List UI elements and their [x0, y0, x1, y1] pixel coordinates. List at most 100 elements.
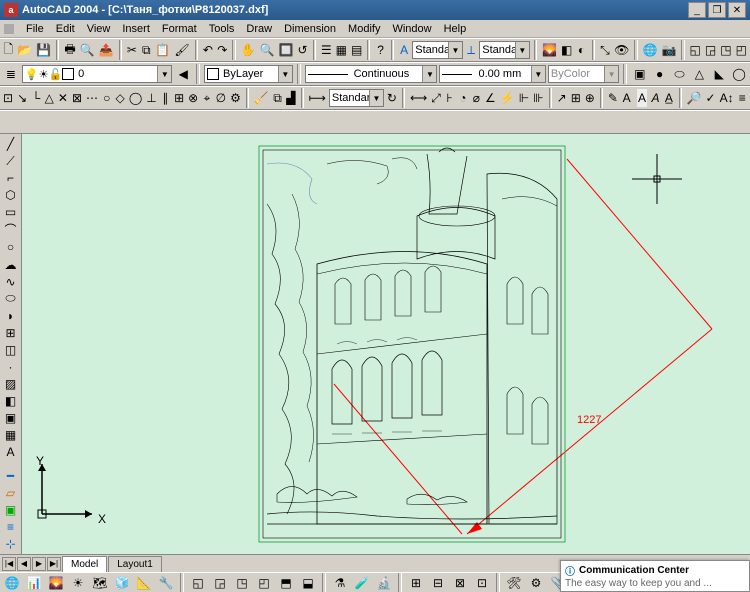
box-solid-button[interactable]: ▣ [631, 64, 649, 84]
text-edit-button[interactable]: A̲ [663, 88, 674, 108]
open-button[interactable]: 📂 [16, 40, 33, 60]
menu-window[interactable]: Window [386, 23, 437, 35]
copy-obj-button[interactable]: ⧉ [272, 88, 283, 108]
dim-icon[interactable]: ⟼ [308, 88, 327, 108]
mtext-side-button[interactable]: A [2, 444, 20, 460]
et-btn-5[interactable]: 🗺 [90, 573, 110, 592]
menu-view[interactable]: View [81, 23, 117, 35]
design-center-button[interactable]: ▦ [335, 40, 348, 60]
cylinder-solid-button[interactable]: ⬭ [671, 64, 689, 84]
render-button[interactable]: 🌄 [541, 40, 558, 60]
et-btn-14[interactable]: ⬓ [298, 573, 318, 592]
match-button[interactable]: 🖌 [173, 40, 190, 60]
menu-format[interactable]: Format [156, 23, 203, 35]
menu-insert[interactable]: Insert [116, 23, 156, 35]
tab-first-button[interactable]: |◀ [2, 557, 16, 571]
ellipse-button[interactable]: ⬭ [2, 291, 20, 307]
et-btn-18[interactable]: ⊞ [406, 573, 426, 592]
dim-continue-button[interactable]: ⊪ [532, 88, 544, 108]
dim-angular-button[interactable]: ∠ [484, 88, 497, 108]
et-btn-13[interactable]: ⬒ [276, 573, 296, 592]
et-btn-23[interactable]: ⚙ [526, 573, 546, 592]
maximize-button[interactable]: ❐ [708, 2, 726, 18]
osnap-settings-button[interactable]: ⚙ [229, 88, 242, 108]
arc-button[interactable]: ⌒ [2, 221, 20, 238]
tab-model[interactable]: Model [62, 556, 107, 572]
layer-combo[interactable]: 💡 ☀ 🔓 0 ▼ [22, 65, 173, 83]
mirror-obj-button[interactable]: ▟ [285, 88, 296, 108]
publish-button[interactable]: 📤 [98, 40, 115, 60]
new-button[interactable]: 🗋 [2, 40, 14, 60]
cone-solid-button[interactable]: △ [690, 64, 708, 84]
dimstyle-update-button[interactable]: ↻ [386, 88, 398, 108]
dim-edit-button[interactable]: ✎ [607, 88, 619, 108]
redo-button[interactable]: ↷ [216, 40, 228, 60]
lineweight-combo[interactable]: 0.00 mm▼ [439, 65, 545, 83]
tab-last-button[interactable]: ▶| [47, 557, 61, 571]
textstyle-icon[interactable]: A [398, 40, 410, 60]
et-btn-12[interactable]: ◰ [254, 573, 274, 592]
circle-button[interactable]: ○ [2, 239, 20, 255]
point-button[interactable]: · [2, 359, 20, 375]
tab-layout1[interactable]: Layout1 [108, 556, 162, 572]
menu-tools[interactable]: Tools [203, 23, 241, 35]
revcloud-button[interactable]: ☁ [2, 256, 20, 272]
osnap-mid-button[interactable]: △ [44, 88, 55, 108]
et-btn-16[interactable]: 🧪 [352, 573, 372, 592]
distance-button[interactable]: ━ [2, 468, 20, 484]
isoview4-button[interactable]: ◰ [735, 40, 748, 60]
isoview1-button[interactable]: ◱ [689, 40, 702, 60]
osnap-per-button[interactable]: ⊥ [145, 88, 157, 108]
3dorbit-button[interactable]: 🌐 [642, 40, 659, 60]
textstyle-combo-2[interactable]: Standard▼ [479, 41, 530, 59]
torus-solid-button[interactable]: ◯ [730, 64, 748, 84]
doc-control-icon[interactable] [4, 24, 14, 34]
xline-button[interactable]: ⟋ [2, 153, 20, 169]
et-btn-9[interactable]: ◱ [188, 573, 208, 592]
dim-baseline-button[interactable]: ⊩ [518, 88, 530, 108]
mtext-button[interactable]: A [636, 88, 647, 108]
et-btn-8[interactable]: 🔧 [156, 573, 176, 592]
et-btn-6[interactable]: 🧊 [112, 573, 132, 592]
menu-help[interactable]: Help [438, 23, 473, 35]
et-btn-4[interactable]: ☀ [68, 573, 88, 592]
shade-button[interactable]: ◐ [575, 40, 587, 60]
tolerance-button[interactable]: ⊞ [570, 88, 582, 108]
spline-button[interactable]: ∿ [2, 274, 20, 290]
leader-button[interactable]: ↗ [556, 88, 568, 108]
print-preview-button[interactable]: 🔍 [79, 40, 96, 60]
ucs-button[interactable]: ⤡ [599, 40, 611, 60]
menu-dimension[interactable]: Dimension [278, 23, 342, 35]
osnap-end-button[interactable]: └ [30, 88, 41, 108]
hatch-button[interactable]: ▨ [2, 376, 20, 392]
plotstyle-combo[interactable]: ByColor▼ [548, 65, 619, 83]
menu-file[interactable]: File [20, 23, 50, 35]
et-btn-10[interactable]: ◲ [210, 573, 230, 592]
undo-button[interactable]: ↶ [202, 40, 214, 60]
list-button[interactable]: ≡ [2, 519, 20, 535]
osnap-cen-button[interactable]: ○ [101, 88, 112, 108]
osnap-non-button[interactable]: ∅ [215, 88, 227, 108]
copy-button[interactable]: ⧉ [140, 40, 152, 60]
ellipse-arc-button[interactable]: ◗ [2, 308, 20, 324]
zoom-window-button[interactable]: 🔲 [277, 40, 294, 60]
mass-button[interactable]: ▣ [2, 502, 20, 518]
save-button[interactable]: 💾 [35, 40, 52, 60]
make-block-button[interactable]: ◫ [2, 342, 20, 358]
minimize-button[interactable]: _ [688, 2, 706, 18]
osnap-par-button[interactable]: ∥ [160, 88, 171, 108]
et-btn-17[interactable]: 🔬 [374, 573, 394, 592]
dview-button[interactable]: 📷 [660, 40, 677, 60]
rectangle-button[interactable]: ▭ [2, 204, 20, 220]
menu-edit[interactable]: Edit [50, 23, 81, 35]
et-btn-2[interactable]: 📊 [24, 573, 44, 592]
dim-linear-button[interactable]: ⟷ [409, 88, 428, 108]
view-button[interactable]: 👁 [613, 40, 630, 60]
et-btn-15[interactable]: ⚗ [330, 573, 350, 592]
zoom-realtime-button[interactable]: 🔍 [258, 40, 275, 60]
tool-palettes-button[interactable]: ▤ [350, 40, 363, 60]
line-button[interactable]: ╱ [2, 136, 20, 152]
dim-radius-button[interactable]: ◔ [457, 88, 468, 108]
osnap-nea-button[interactable]: ⌖ [201, 88, 212, 108]
drawing-canvas[interactable]: 1227 [22, 134, 750, 554]
